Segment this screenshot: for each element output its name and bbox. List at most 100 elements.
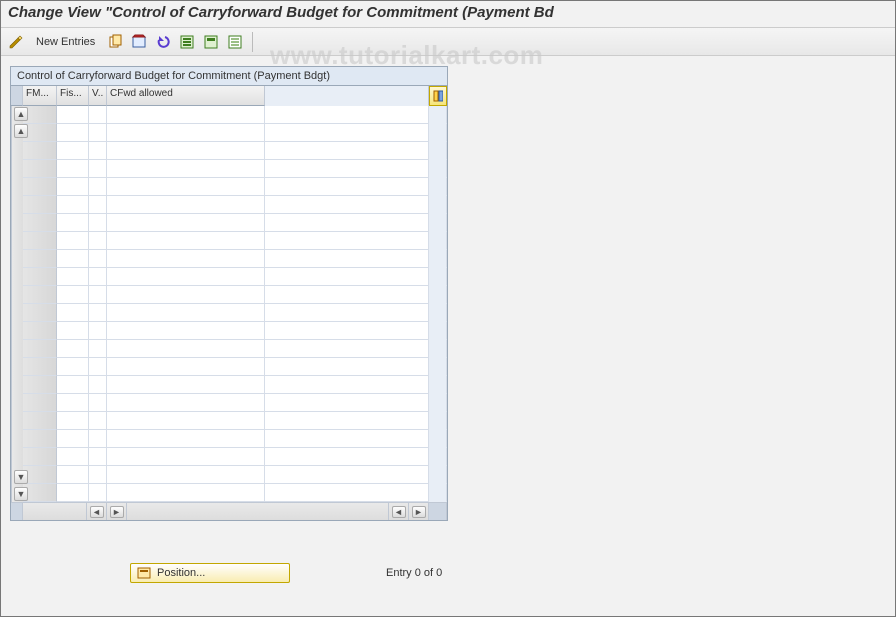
cell[interactable] (265, 412, 429, 430)
cell[interactable] (107, 286, 265, 304)
row-handle[interactable] (23, 484, 57, 502)
cell[interactable] (57, 430, 89, 448)
cell[interactable] (107, 304, 265, 322)
cell[interactable] (107, 358, 265, 376)
cell[interactable] (89, 412, 107, 430)
cell[interactable] (57, 322, 89, 340)
row-handle[interactable] (23, 160, 57, 178)
scroll-down-step-button[interactable]: ▼ (14, 470, 28, 484)
cell[interactable] (89, 232, 107, 250)
cell[interactable] (265, 178, 429, 196)
cell[interactable] (57, 268, 89, 286)
cell[interactable] (89, 340, 107, 358)
row-handle[interactable] (23, 376, 57, 394)
cell[interactable] (89, 358, 107, 376)
cell[interactable] (89, 376, 107, 394)
row-handle[interactable] (23, 196, 57, 214)
cell[interactable] (265, 232, 429, 250)
cell[interactable] (107, 106, 265, 124)
scroll-up-step-button[interactable]: ▲ (14, 124, 28, 138)
position-button[interactable]: Position... (130, 563, 290, 583)
cell[interactable] (57, 358, 89, 376)
cell[interactable] (57, 142, 89, 160)
row-handle[interactable] (23, 214, 57, 232)
cell[interactable] (57, 286, 89, 304)
cell[interactable] (107, 232, 265, 250)
row-handle[interactable] (23, 142, 57, 160)
cell[interactable] (265, 484, 429, 502)
undo-change-icon[interactable] (153, 32, 173, 52)
cell[interactable] (107, 340, 265, 358)
row-handle[interactable] (23, 268, 57, 286)
cell[interactable] (57, 412, 89, 430)
cell[interactable] (107, 142, 265, 160)
cell[interactable] (107, 466, 265, 484)
row-handle[interactable] (23, 250, 57, 268)
cell[interactable] (265, 376, 429, 394)
cell[interactable] (89, 124, 107, 142)
deselect-all-icon[interactable] (225, 32, 245, 52)
cell[interactable] (57, 484, 89, 502)
cell[interactable] (89, 160, 107, 178)
cell[interactable] (265, 196, 429, 214)
cell[interactable] (57, 106, 89, 124)
scroll-right-button[interactable]: ► (409, 503, 429, 520)
vertical-scrollbar[interactable]: ▲ ▲ ▼ ▼ (11, 106, 23, 502)
cell[interactable] (265, 106, 429, 124)
scroll-right-fixed-button[interactable]: ► (107, 503, 127, 520)
cell[interactable] (57, 214, 89, 232)
scroll-down-button[interactable]: ▼ (14, 487, 28, 501)
scroll-left-fixed-button[interactable]: ◄ (87, 503, 107, 520)
cell[interactable] (107, 448, 265, 466)
copy-as-icon[interactable] (105, 32, 125, 52)
cell[interactable] (57, 196, 89, 214)
cell[interactable] (107, 322, 265, 340)
cell[interactable] (89, 394, 107, 412)
cell[interactable] (265, 340, 429, 358)
configure-columns-icon[interactable] (429, 86, 447, 106)
cell[interactable] (265, 142, 429, 160)
new-entries-button[interactable]: New Entries (30, 34, 101, 50)
cell[interactable] (89, 484, 107, 502)
cell[interactable] (57, 304, 89, 322)
hscroll-track[interactable] (127, 503, 389, 520)
cell[interactable] (89, 250, 107, 268)
cell[interactable] (107, 484, 265, 502)
row-handle[interactable] (23, 178, 57, 196)
row-handle[interactable] (23, 106, 57, 124)
cell[interactable] (265, 466, 429, 484)
delete-icon[interactable] (129, 32, 149, 52)
cell[interactable] (89, 448, 107, 466)
row-handle[interactable] (23, 322, 57, 340)
cell[interactable] (107, 196, 265, 214)
cell[interactable] (89, 142, 107, 160)
cell[interactable] (89, 286, 107, 304)
cell[interactable] (265, 448, 429, 466)
grid-corner[interactable] (11, 86, 23, 106)
cell[interactable] (57, 340, 89, 358)
col-header-v[interactable]: V.. (89, 86, 107, 106)
cell[interactable] (265, 394, 429, 412)
row-handle[interactable] (23, 304, 57, 322)
cell[interactable] (265, 430, 429, 448)
cell[interactable] (265, 322, 429, 340)
cell[interactable] (265, 268, 429, 286)
cell[interactable] (89, 304, 107, 322)
cell[interactable] (89, 196, 107, 214)
cell[interactable] (89, 322, 107, 340)
row-handle[interactable] (23, 412, 57, 430)
row-handle[interactable] (23, 340, 57, 358)
cell[interactable] (57, 448, 89, 466)
row-handle[interactable] (23, 232, 57, 250)
cell[interactable] (57, 376, 89, 394)
scroll-left-button[interactable]: ◄ (389, 503, 409, 520)
cell[interactable] (57, 466, 89, 484)
cell[interactable] (57, 250, 89, 268)
cell[interactable] (265, 250, 429, 268)
row-handle[interactable] (23, 394, 57, 412)
cell[interactable] (265, 124, 429, 142)
cell[interactable] (89, 214, 107, 232)
cell[interactable] (107, 412, 265, 430)
scroll-up-button[interactable]: ▲ (14, 107, 28, 121)
cell[interactable] (57, 394, 89, 412)
